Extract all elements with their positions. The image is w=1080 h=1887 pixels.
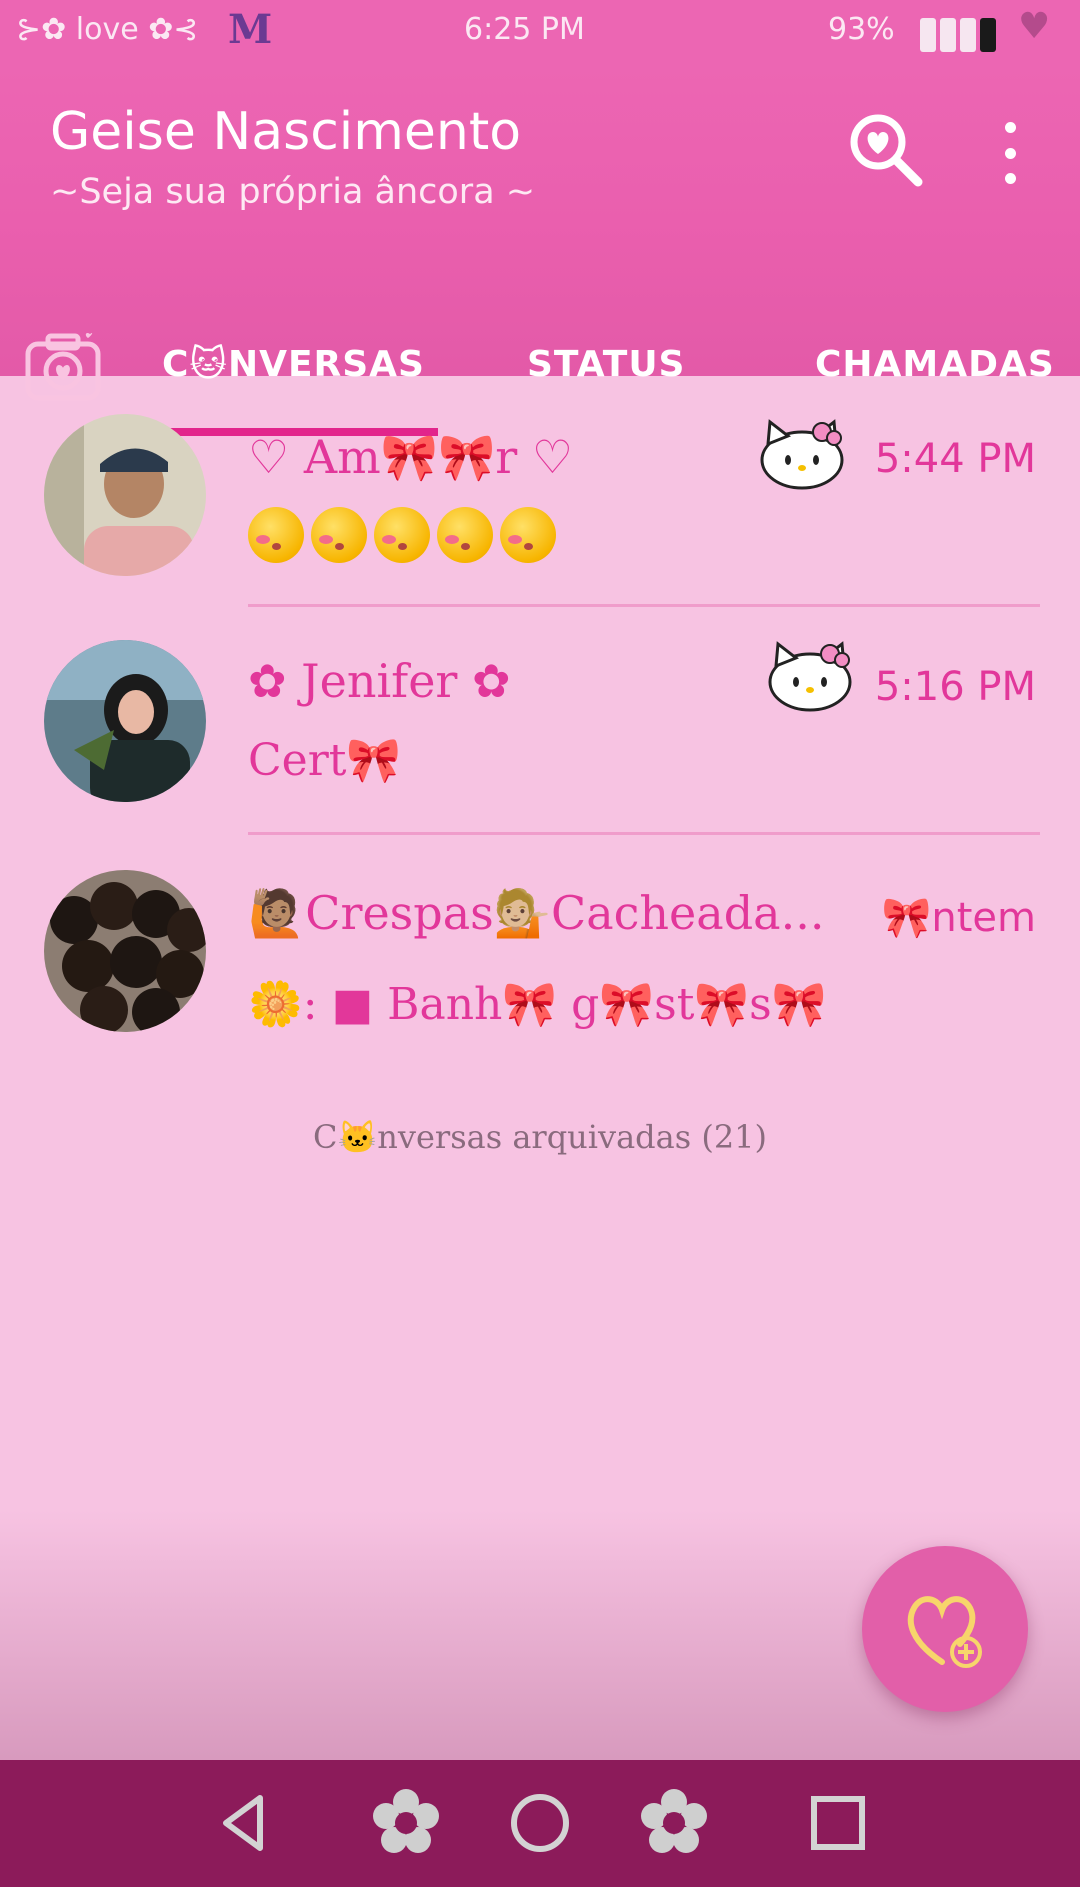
- battery-icon: [920, 18, 996, 52]
- page-title: Geise Nascimento: [50, 102, 522, 162]
- flower-icon[interactable]: [368, 1788, 444, 1858]
- hello-kitty-icon: [756, 414, 848, 492]
- home-icon[interactable]: [502, 1788, 578, 1858]
- battery-percent: 93%: [828, 12, 895, 47]
- chat-preview: [248, 506, 563, 563]
- chat-time: 🎀ntem: [881, 895, 1036, 941]
- status-time: 6:25 PM: [464, 12, 585, 47]
- chat-name: 🙋🏽Crespas💁🏼Cacheada...: [248, 886, 825, 940]
- chat-row[interactable]: 🙋🏽Crespas💁🏼Cacheada... 🎀ntem 🌼: ■ Banh🎀 …: [0, 834, 1080, 1058]
- archived-chats-link[interactable]: C🐱nversas arquivadas (21): [0, 1118, 1080, 1156]
- chat-name: ✿ Jenifer ✿: [248, 654, 511, 708]
- carrier-logo: M: [228, 6, 273, 53]
- page-subtitle: ~Seja sua própria âncora ~: [50, 172, 536, 212]
- chat-name: ♡ Am🎀🎀r ♡: [248, 430, 574, 484]
- chat-preview: 🌼: ■ Banh🎀 g🎀st🎀s🎀: [248, 979, 827, 1030]
- chat-row[interactable]: ♡ Am🎀🎀r ♡ 5:44 PM: [0, 376, 1080, 607]
- chat-preview: Cert🎀: [248, 735, 402, 786]
- navigation-bar: [0, 1760, 1080, 1887]
- avatar[interactable]: [44, 870, 206, 1032]
- chat-time: 5:16 PM: [874, 664, 1036, 710]
- more-vert-icon[interactable]: [990, 122, 1030, 184]
- back-icon[interactable]: [206, 1788, 282, 1858]
- status-bar: ⊱✿ love ✿⊰ M 6:25 PM 93% ♥: [0, 0, 1080, 64]
- heart-icon: ♥: [1018, 6, 1051, 47]
- app-header: Geise Nascimento ~Seja sua própria âncor…: [0, 64, 1080, 436]
- avatar[interactable]: [44, 414, 206, 576]
- hello-kitty-icon: [764, 636, 856, 714]
- chat-time: 5:44 PM: [874, 436, 1036, 482]
- flower-icon[interactable]: [636, 1788, 712, 1858]
- heart-plus-icon: [907, 1596, 982, 1668]
- heart-search-icon[interactable]: [846, 110, 926, 190]
- chat-row[interactable]: ✿ Jenifer ✿ 5:16 PM Cert🎀: [0, 606, 1080, 835]
- recents-icon[interactable]: [800, 1788, 876, 1858]
- new-chat-button[interactable]: [862, 1546, 1028, 1712]
- avatar[interactable]: [44, 640, 206, 802]
- status-left-text: ⊱✿ love ✿⊰: [16, 12, 199, 47]
